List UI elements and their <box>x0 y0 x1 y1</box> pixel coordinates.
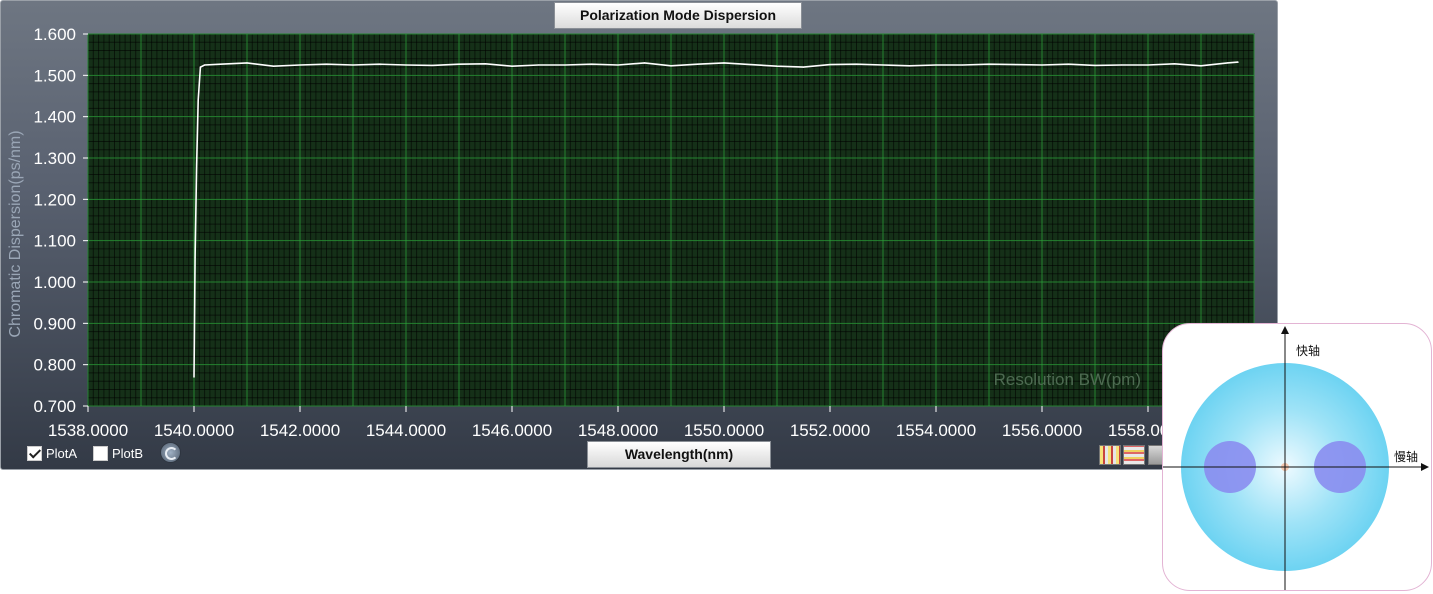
data-point <box>484 63 487 65</box>
data-point <box>1041 64 1043 66</box>
data-point <box>1237 61 1239 63</box>
x-tick-label: 1538.0000 <box>48 421 128 440</box>
data-point <box>961 64 964 66</box>
x-tick-label: 1544.0000 <box>366 421 446 440</box>
pmd-chart-panel: 0.700 0.800 0.900 1.000 1.100 1.200 1.300 1.400… <box>0 0 1278 470</box>
x-axis-title-button[interactable]: Wavelength(nm) <box>587 441 771 468</box>
y-tick-label: 1.500 <box>33 66 76 85</box>
data-point <box>1226 62 1229 64</box>
x-tick-label: 1548.0000 <box>578 421 658 440</box>
fast-axis-arrow-icon <box>1281 326 1289 334</box>
data-point <box>617 64 619 66</box>
data-point <box>272 65 275 67</box>
data-point <box>194 256 196 258</box>
data-point <box>1200 65 1202 67</box>
data-point <box>204 64 206 66</box>
x-tick-label: 1550.0000 <box>684 421 764 440</box>
data-point <box>802 66 805 68</box>
data-point <box>749 64 752 66</box>
data-point <box>325 63 328 65</box>
fiber-cross-section <box>1163 326 1429 590</box>
data-point <box>564 64 566 66</box>
y-tick-label: 1.000 <box>33 273 76 292</box>
data-point <box>193 376 195 378</box>
plot-b-label: PlotB <box>112 445 144 461</box>
data-point <box>1173 63 1176 65</box>
x-tick-label: 1546.0000 <box>472 421 552 440</box>
data-point <box>511 65 513 67</box>
data-point <box>431 64 434 66</box>
y-tick-label: 0.800 <box>33 356 76 375</box>
data-point <box>590 63 593 65</box>
data-point <box>352 64 354 66</box>
chart-title: Polarization Mode Dispersion <box>554 2 802 29</box>
legend-plot-a[interactable]: PlotA <box>27 444 77 462</box>
x-tick-label: 1542.0000 <box>260 421 340 440</box>
data-point <box>378 63 381 65</box>
data-point <box>1094 64 1096 66</box>
data-point <box>196 165 198 167</box>
data-point <box>829 64 831 66</box>
data-point <box>199 66 201 68</box>
x-tick-label: 1554.0000 <box>896 421 976 440</box>
legend-plot-b[interactable]: PlotB <box>93 444 143 462</box>
data-point <box>1147 64 1149 66</box>
data-point <box>908 65 911 67</box>
data-point <box>643 62 646 64</box>
polarization-axes-diagram: 快轴 慢轴 <box>1162 323 1432 591</box>
data-point <box>670 65 672 67</box>
data-point <box>246 62 248 64</box>
grid-tool-icon[interactable] <box>1123 445 1145 465</box>
y-tick-label: 1.200 <box>33 190 76 209</box>
resolution-bw-annotation: Resolution BW(pm) <box>994 370 1141 389</box>
x-tick-label: 1540.0000 <box>154 421 234 440</box>
plot-a-checkbox[interactable] <box>27 445 42 461</box>
fast-axis-label: 快轴 <box>1296 344 1321 358</box>
data-point <box>197 99 199 101</box>
data-point <box>219 63 222 65</box>
y-tick-label: 1.600 <box>33 25 76 44</box>
refresh-icon[interactable] <box>160 442 181 463</box>
data-point <box>299 64 301 66</box>
data-point <box>935 64 937 66</box>
y-tick-label: 0.900 <box>33 314 76 333</box>
data-point <box>776 65 778 67</box>
y-tick-label: 1.400 <box>33 108 76 127</box>
data-point <box>696 63 699 65</box>
data-point <box>405 64 407 66</box>
chart-area: 0.700 0.800 0.900 1.000 1.100 1.200 1.300 1.400… <box>7 25 1255 440</box>
x-tick-label: 1552.0000 <box>790 421 870 440</box>
plot-a-label: PlotA <box>46 445 78 461</box>
data-point <box>1120 64 1123 66</box>
data-point <box>988 63 990 65</box>
plot-b-checkbox[interactable] <box>93 445 108 461</box>
data-point <box>1067 63 1070 65</box>
y-tick-label: 0.700 <box>33 397 76 416</box>
data-point <box>1014 64 1017 66</box>
slow-axis-arrow-icon <box>1421 463 1429 471</box>
data-point <box>458 63 460 65</box>
marker-tool-icon[interactable] <box>1099 445 1121 465</box>
y-tick-label: 1.100 <box>33 232 76 251</box>
y-axis-title: Chromatic Dispersion(ps/nm) <box>7 130 24 337</box>
data-point <box>882 64 884 66</box>
data-point <box>537 64 540 66</box>
data-point <box>855 63 858 65</box>
x-tick-label: 1556.0000 <box>1002 421 1082 440</box>
slow-axis-label: 慢轴 <box>1394 450 1419 464</box>
data-point <box>723 62 725 64</box>
y-tick-label: 1.300 <box>33 149 76 168</box>
